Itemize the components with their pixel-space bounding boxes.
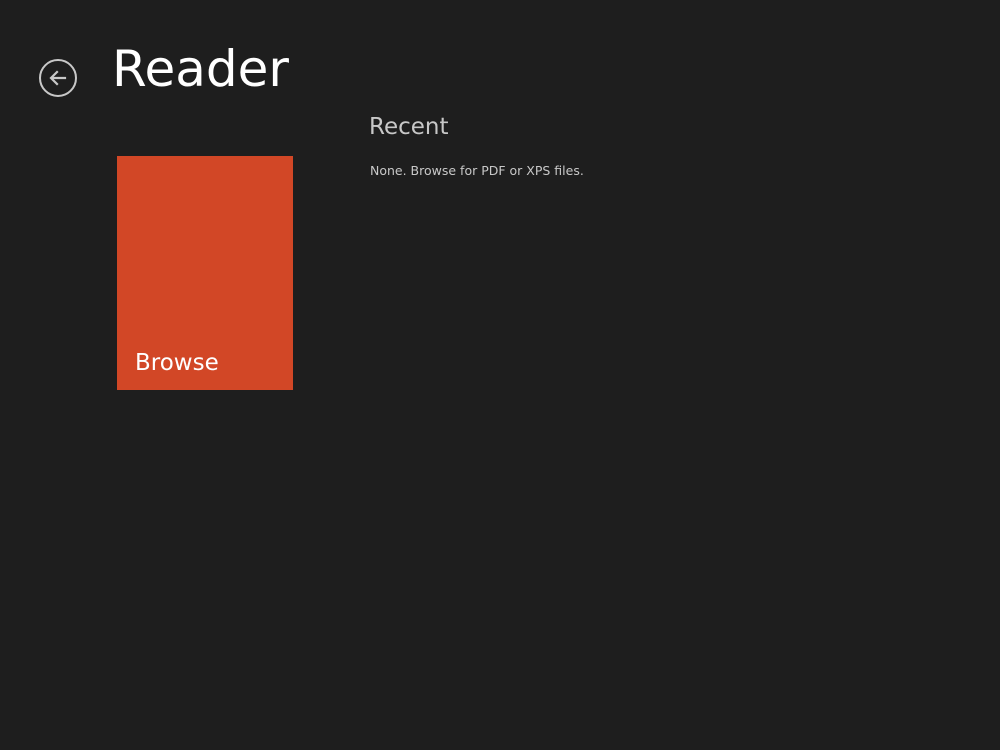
reader-start-page: Reader Browse Recent None. Browse for PD… <box>0 0 1000 750</box>
back-button[interactable] <box>39 59 77 97</box>
browse-tile-label: Browse <box>135 350 219 376</box>
browse-tile[interactable]: Browse <box>117 156 293 390</box>
recent-empty-message: None. Browse for PDF or XPS files. <box>370 163 584 178</box>
page-title: Reader <box>112 40 289 98</box>
recent-section-heading: Recent <box>369 114 449 140</box>
back-arrow-icon <box>49 70 67 86</box>
